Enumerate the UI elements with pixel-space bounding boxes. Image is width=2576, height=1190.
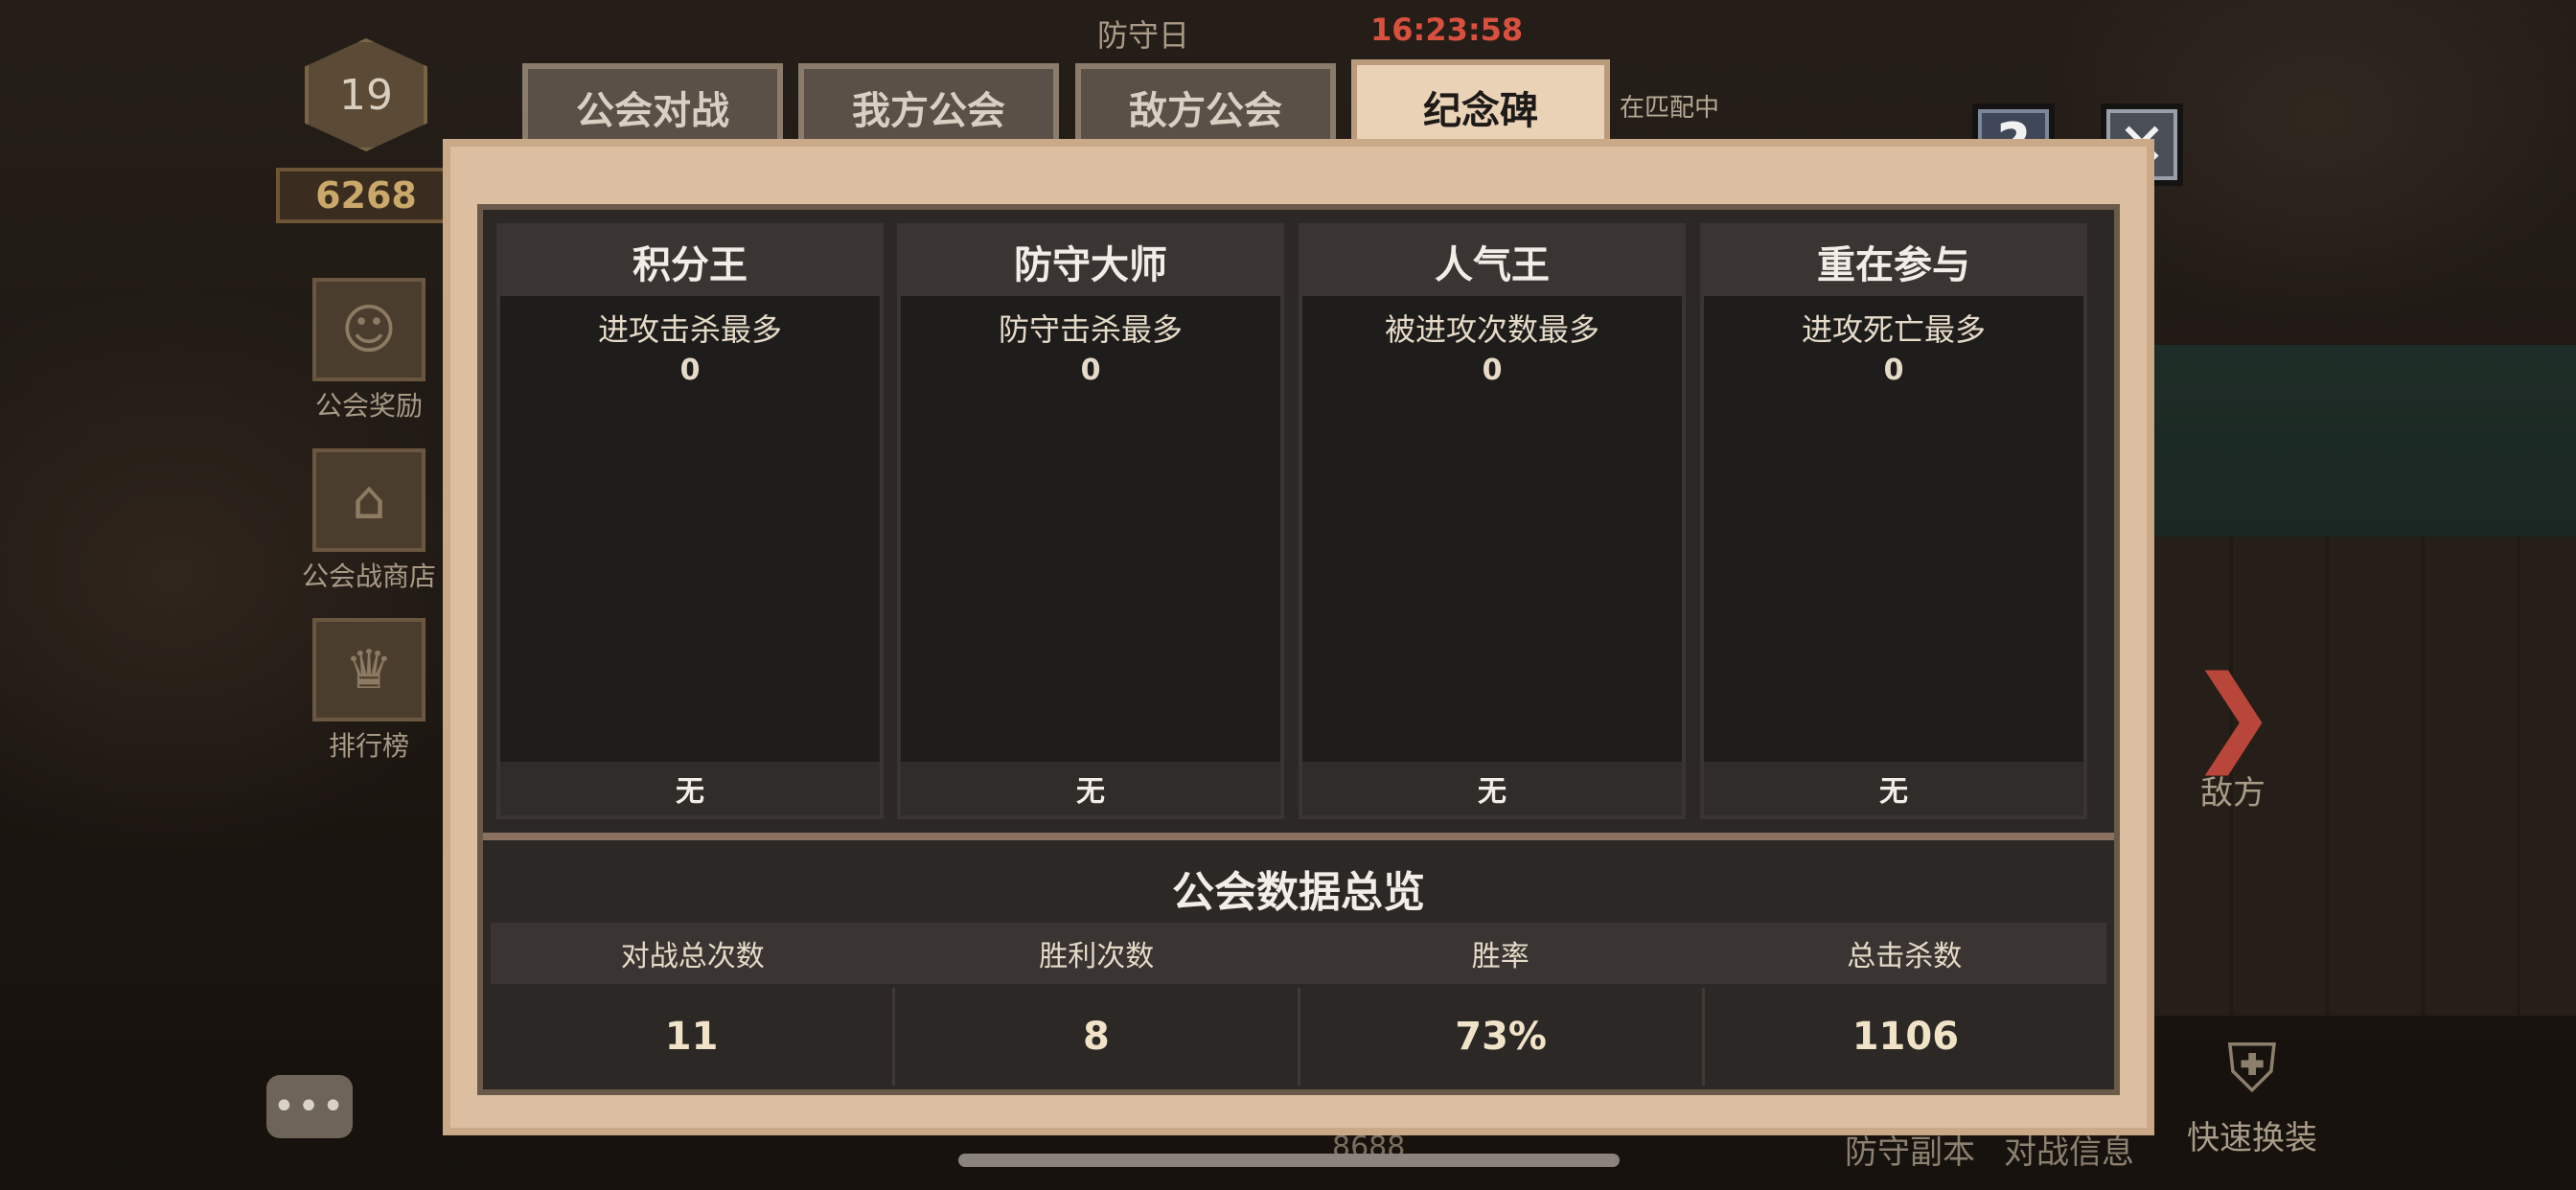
award-title: 积分王 <box>500 227 880 296</box>
award-title: 防守大师 <box>901 227 1280 296</box>
guild-reward-label: 公会奖励 <box>314 390 423 422</box>
tab-monument[interactable]: 纪念碑 <box>1351 59 1610 149</box>
award-card-score-king: 积分王 进攻击杀最多 0 无 <box>496 223 884 819</box>
reward-icon: ☺ <box>312 278 426 381</box>
award-value: 0 <box>679 354 701 387</box>
panel-content: 积分王 进攻击杀最多 0 无 防守大师 防守击杀最多 0 无 人气王 被进攻次数… <box>477 204 2120 1095</box>
countdown-timer: 16:23:58 <box>1370 11 1524 48</box>
enemy-arrow-icon: ❯ <box>2188 652 2278 775</box>
tab-our-guild[interactable]: 我方公会 <box>798 63 1059 146</box>
chat-icon[interactable]: ••• <box>266 1075 353 1138</box>
award-value: 0 <box>1482 354 1503 387</box>
monument-panel: 积分王 进攻击杀最多 0 无 防守大师 防守击杀最多 0 无 人气王 被进攻次数… <box>443 139 2154 1135</box>
matching-status: 在匹配中 <box>1620 94 1720 123</box>
award-title: 重在参与 <box>1704 227 2083 296</box>
award-holder: 无 <box>500 762 880 815</box>
enemy-label: 敌方 <box>2200 774 2266 812</box>
quick-swap-button[interactable]: ⛨ 快速换装 <box>2175 1025 2329 1158</box>
summary-values-row: 11 8 73% 1106 <box>491 988 2106 1086</box>
home-indicator <box>958 1154 1620 1167</box>
summary-header-win-rate: 胜率 <box>1471 940 1530 973</box>
trophy-icon: ♛ <box>312 618 426 721</box>
summary-header-total-battles: 对战总次数 <box>620 940 765 973</box>
summary-header-row: 对战总次数 胜利次数 胜率 总击杀数 <box>491 923 2106 984</box>
summary-value-win-rate: 73% <box>1300 988 1705 1086</box>
summary-title: 公会数据总览 <box>1172 868 1425 917</box>
leaderboard-button[interactable]: ♛ 排行榜 <box>288 618 450 771</box>
award-desc: 进攻死亡最多 <box>1801 311 1986 348</box>
section-divider <box>483 833 2114 840</box>
armor-icon: ⛨ <box>2226 1029 2278 1108</box>
award-holder: 无 <box>901 762 1280 815</box>
guild-shop-button[interactable]: ⌂ 公会战商店 <box>288 448 450 602</box>
shop-icon: ⌂ <box>312 448 426 552</box>
award-desc: 防守击杀最多 <box>998 311 1183 348</box>
summary-value-total-kills: 1106 <box>1852 1015 1960 1059</box>
tab-guild-battle[interactable]: 公会对战 <box>522 63 783 146</box>
phase-label: 防守日 <box>1097 17 1190 54</box>
leaderboard-label: 排行榜 <box>328 730 409 762</box>
award-value: 0 <box>1080 354 1101 387</box>
guild-reward-button[interactable]: ☺ 公会奖励 <box>288 278 450 431</box>
enemy-button[interactable]: ❯ 敌方 <box>2161 661 2305 813</box>
quick-swap-label: 快速换装 <box>2187 1119 2317 1157</box>
summary-value-total-battles: 11 <box>491 988 896 1086</box>
guild-power: 6268 <box>276 168 456 223</box>
tab-enemy-guild[interactable]: 敌方公会 <box>1075 63 1336 146</box>
award-card-defense-master: 防守大师 防守击杀最多 0 无 <box>897 223 1284 819</box>
award-holder: 无 <box>1704 762 2083 815</box>
guild-shop-label: 公会战商店 <box>301 561 436 592</box>
summary-header-total-kills: 总击杀数 <box>1847 940 1963 973</box>
award-card-popularity-king: 人气王 被进攻次数最多 0 无 <box>1299 223 1686 819</box>
award-holder: 无 <box>1302 762 1682 815</box>
award-value: 0 <box>1883 354 1904 387</box>
award-desc: 进攻击杀最多 <box>597 311 782 348</box>
award-card-participation: 重在参与 进攻死亡最多 0 无 <box>1700 223 2087 819</box>
summary-header-wins: 胜利次数 <box>1039 940 1155 973</box>
award-title: 人气王 <box>1302 227 1682 296</box>
summary-value-wins: 8 <box>895 988 1300 1086</box>
award-desc: 被进攻次数最多 <box>1384 311 1599 348</box>
